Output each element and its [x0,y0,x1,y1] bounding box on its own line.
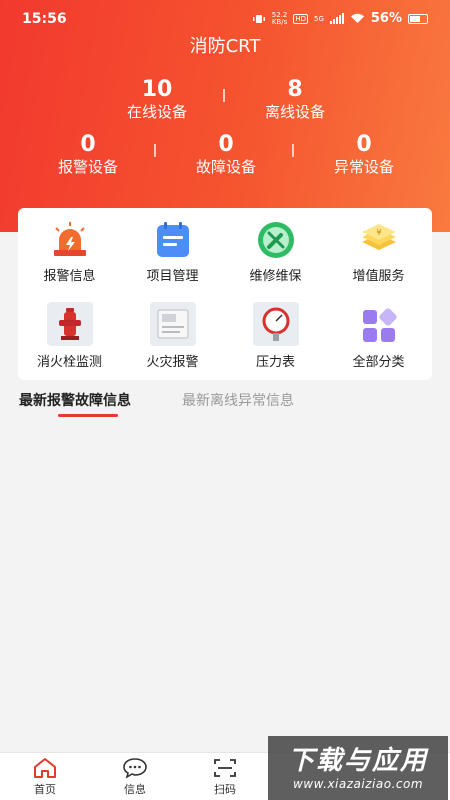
nav-messages[interactable]: 信息 [100,757,170,797]
watermark-logo: 下载与应用 www.xiazaiziao.com [268,736,448,800]
fire-alarm-panel-icon [149,302,196,346]
stat-label: 离线设备 [264,103,325,121]
watermark-url: www.xiazaiziao.com [292,777,424,791]
menu-alarm-info[interactable]: 报警信息 [18,210,121,290]
wrench-icon [257,222,294,258]
function-menu-card: 报警信息 项目管理 维修维保 ¥ 增值服务 消火栓监测 火灾报警 压力表 全部分… [18,208,432,380]
yuan-stack-icon: ¥ [361,224,396,250]
active-tab-indicator [58,414,118,417]
battery-icon [408,13,428,24]
stat-value: 0 [356,132,372,157]
stat-offline[interactable]: 8 离线设备 [230,78,360,122]
app-title: 消防CRT [189,36,261,57]
menu-label: 消火栓监测 [36,355,102,370]
network-speed: 52.2 KB/s [271,11,288,26]
tab-latest-offline-abnormal[interactable]: 最新离线异常信息 [182,390,294,410]
stat-label: 异常设备 [333,158,394,176]
stat-divider [154,144,156,157]
stat-value: 10 [141,77,173,102]
menu-label: 维修维保 [249,269,302,284]
tab-latest-alarm-fault[interactable]: 最新报警故障信息 [19,390,131,410]
menu-value-added-service[interactable]: ¥ 增值服务 [327,210,430,290]
pressure-gauge-icon [252,302,299,346]
alarm-siren-icon [53,222,86,256]
stat-value: 0 [80,132,96,157]
stat-value: 8 [287,77,303,102]
menu-label: 报警信息 [43,269,96,284]
status-time: 15:56 [22,11,67,27]
chat-icon [123,758,147,779]
nav-label: 信息 [124,783,146,796]
menu-pressure-gauge[interactable]: 压力表 [224,296,327,376]
menu-repair-maintenance[interactable]: 维修维保 [224,210,327,290]
calendar-list-icon [156,222,189,257]
nav-label: 首页 [34,783,56,796]
stat-value: 0 [218,132,234,157]
home-icon [34,758,56,778]
stat-label: 报警设备 [57,158,118,176]
menu-hydrant-monitoring[interactable]: 消火栓监测 [18,296,121,376]
info-tabs: 最新报警故障信息 最新离线异常信息 [0,388,450,420]
menu-label: 增值服务 [352,269,405,284]
network-type: 5G [313,14,324,23]
watermark-title: 下载与应用 [287,746,428,776]
signal-icon [329,13,344,24]
menu-label: 火灾报警 [146,355,199,370]
scan-icon [214,759,236,777]
nav-label: 扫码 [214,783,236,796]
stat-fault[interactable]: 0 故障设备 [161,133,291,177]
grid-categories-icon [362,308,397,342]
wifi-icon [350,13,364,23]
stat-divider [223,89,225,102]
stat-label: 故障设备 [195,158,256,176]
vibrate-icon [252,14,265,23]
status-indicators: 52.2 KB/s HD 5G 56% [252,11,428,26]
nav-home[interactable]: 首页 [10,757,80,797]
status-bar: 15:56 52.2 KB/s HD 5G 56% [0,10,450,30]
stat-alarm[interactable]: 0 报警设备 [23,133,153,177]
fire-hydrant-icon [46,302,93,346]
speed-unit: KB/s [271,17,288,26]
stat-label: 在线设备 [126,103,187,121]
svg-text:¥: ¥ [376,228,381,237]
menu-all-categories[interactable]: 全部分类 [327,296,430,376]
menu-project-management[interactable]: 项目管理 [121,210,224,290]
battery-percent: 56% [370,11,402,26]
menu-fire-alarm[interactable]: 火灾报警 [121,296,224,376]
stat-divider [292,144,294,157]
stat-abnormal[interactable]: 0 异常设备 [299,133,429,177]
menu-label: 全部分类 [352,355,405,370]
menu-label: 项目管理 [146,269,199,284]
hd-badge: HD [293,13,308,24]
nav-scan[interactable]: 扫码 [190,757,260,797]
header-banner: 15:56 52.2 KB/s HD 5G 56% 消防CRT 10 在线设备 8… [0,0,450,232]
stat-online[interactable]: 10 在线设备 [92,78,222,122]
menu-label: 压力表 [255,355,295,370]
